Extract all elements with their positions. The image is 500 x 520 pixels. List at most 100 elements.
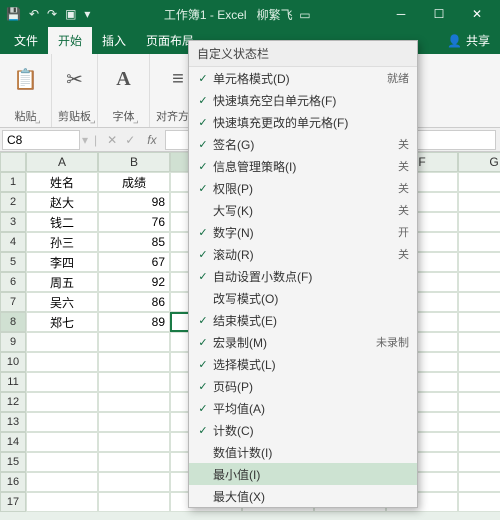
col-header-B[interactable]: B: [98, 152, 170, 172]
menu-item-3[interactable]: ✓ 签名(G) 关: [189, 133, 417, 155]
menu-item-10[interactable]: 改写模式(O): [189, 287, 417, 309]
share-button[interactable]: 👤共享: [437, 27, 500, 54]
menu-item-5[interactable]: ✓ 权限(P) 关: [189, 177, 417, 199]
menu-item-16[interactable]: ✓ 计数(C): [189, 419, 417, 441]
close-button[interactable]: ✕: [460, 4, 494, 24]
menu-item-7[interactable]: ✓ 数字(N) 开: [189, 221, 417, 243]
row-header-15[interactable]: 15: [0, 452, 26, 472]
cell-A6[interactable]: 周五: [26, 272, 98, 292]
cell-G6[interactable]: [458, 272, 500, 292]
cell-G17[interactable]: [458, 492, 500, 512]
menu-item-1[interactable]: ✓ 快速填充空白单元格(F): [189, 89, 417, 111]
col-header-G[interactable]: G: [458, 152, 500, 172]
tab-home[interactable]: 开始: [48, 27, 92, 54]
cell-B14[interactable]: [98, 432, 170, 452]
cell-B12[interactable]: [98, 392, 170, 412]
cell-B6[interactable]: 92: [98, 272, 170, 292]
row-header-10[interactable]: 10: [0, 352, 26, 372]
select-all-corner[interactable]: [0, 152, 26, 172]
menu-item-19[interactable]: 最大值(X): [189, 485, 417, 507]
cell-B3[interactable]: 76: [98, 212, 170, 232]
cell-A14[interactable]: [26, 432, 98, 452]
cell-B17[interactable]: [98, 492, 170, 512]
qat-more-icon[interactable]: ▾: [84, 7, 90, 21]
cell-A9[interactable]: [26, 332, 98, 352]
confirm-icon[interactable]: ✓: [121, 133, 139, 147]
cell-G10[interactable]: [458, 352, 500, 372]
cell-A15[interactable]: [26, 452, 98, 472]
row-header-17[interactable]: 17: [0, 492, 26, 512]
cell-B11[interactable]: [98, 372, 170, 392]
cell-B16[interactable]: [98, 472, 170, 492]
menu-item-18[interactable]: 最小值(I): [189, 463, 417, 485]
row-header-3[interactable]: 3: [0, 212, 26, 232]
cell-B4[interactable]: 85: [98, 232, 170, 252]
row-header-8[interactable]: 8: [0, 312, 26, 332]
menu-item-8[interactable]: ✓ 滚动(R) 关: [189, 243, 417, 265]
row-header-9[interactable]: 9: [0, 332, 26, 352]
name-box[interactable]: [2, 130, 80, 150]
menu-item-9[interactable]: ✓ 自动设置小数点(F): [189, 265, 417, 287]
tab-insert[interactable]: 插入: [92, 27, 136, 54]
row-header-4[interactable]: 4: [0, 232, 26, 252]
save-icon[interactable]: 💾: [6, 7, 21, 21]
row-header-14[interactable]: 14: [0, 432, 26, 452]
row-header-5[interactable]: 5: [0, 252, 26, 272]
cell-G5[interactable]: [458, 252, 500, 272]
cell-G12[interactable]: [458, 392, 500, 412]
cell-B10[interactable]: [98, 352, 170, 372]
col-header-A[interactable]: A: [26, 152, 98, 172]
cell-A5[interactable]: 李四: [26, 252, 98, 272]
cell-A8[interactable]: 郑七: [26, 312, 98, 332]
cell-G15[interactable]: [458, 452, 500, 472]
cell-G7[interactable]: [458, 292, 500, 312]
cell-G8[interactable]: [458, 312, 500, 332]
row-header-11[interactable]: 11: [0, 372, 26, 392]
align-icon[interactable]: ≡: [172, 57, 184, 101]
row-header-1[interactable]: 1: [0, 172, 26, 192]
menu-item-6[interactable]: 大写(K) 关: [189, 199, 417, 221]
cell-B8[interactable]: 89: [98, 312, 170, 332]
font-icon[interactable]: A: [116, 57, 130, 101]
camera-icon[interactable]: ▣: [65, 7, 76, 21]
cell-G14[interactable]: [458, 432, 500, 452]
cell-A16[interactable]: [26, 472, 98, 492]
cell-A4[interactable]: 孙三: [26, 232, 98, 252]
cell-A10[interactable]: [26, 352, 98, 372]
row-header-12[interactable]: 12: [0, 392, 26, 412]
cell-G3[interactable]: [458, 212, 500, 232]
row-header-2[interactable]: 2: [0, 192, 26, 212]
cell-B7[interactable]: 86: [98, 292, 170, 312]
maximize-button[interactable]: ☐: [422, 4, 456, 24]
menu-item-17[interactable]: 数值计数(I): [189, 441, 417, 463]
menu-item-14[interactable]: ✓ 页码(P): [189, 375, 417, 397]
tab-file[interactable]: 文件: [4, 27, 48, 54]
redo-icon[interactable]: ↷: [47, 7, 57, 21]
cell-B2[interactable]: 98: [98, 192, 170, 212]
cell-G2[interactable]: [458, 192, 500, 212]
cell-B9[interactable]: [98, 332, 170, 352]
menu-item-2[interactable]: ✓ 快速填充更改的单元格(F): [189, 111, 417, 133]
row-header-13[interactable]: 13: [0, 412, 26, 432]
cell-B15[interactable]: [98, 452, 170, 472]
cell-A12[interactable]: [26, 392, 98, 412]
cancel-icon[interactable]: ✕: [103, 133, 121, 147]
cell-A1[interactable]: 姓名: [26, 172, 98, 192]
menu-item-11[interactable]: ✓ 结束模式(E): [189, 309, 417, 331]
cell-G13[interactable]: [458, 412, 500, 432]
cell-B1[interactable]: 成绩: [98, 172, 170, 192]
cell-G9[interactable]: [458, 332, 500, 352]
menu-item-4[interactable]: ✓ 信息管理策略(I) 关: [189, 155, 417, 177]
row-header-7[interactable]: 7: [0, 292, 26, 312]
clipboard-icon[interactable]: ✂: [66, 57, 83, 101]
menu-item-15[interactable]: ✓ 平均值(A): [189, 397, 417, 419]
paste-icon[interactable]: 📋: [13, 57, 38, 101]
fx-icon[interactable]: fx: [139, 133, 164, 147]
cell-G16[interactable]: [458, 472, 500, 492]
cell-A13[interactable]: [26, 412, 98, 432]
cell-G1[interactable]: [458, 172, 500, 192]
cell-G4[interactable]: [458, 232, 500, 252]
cell-A7[interactable]: 吴六: [26, 292, 98, 312]
minimize-button[interactable]: ─: [384, 4, 418, 24]
row-header-16[interactable]: 16: [0, 472, 26, 492]
